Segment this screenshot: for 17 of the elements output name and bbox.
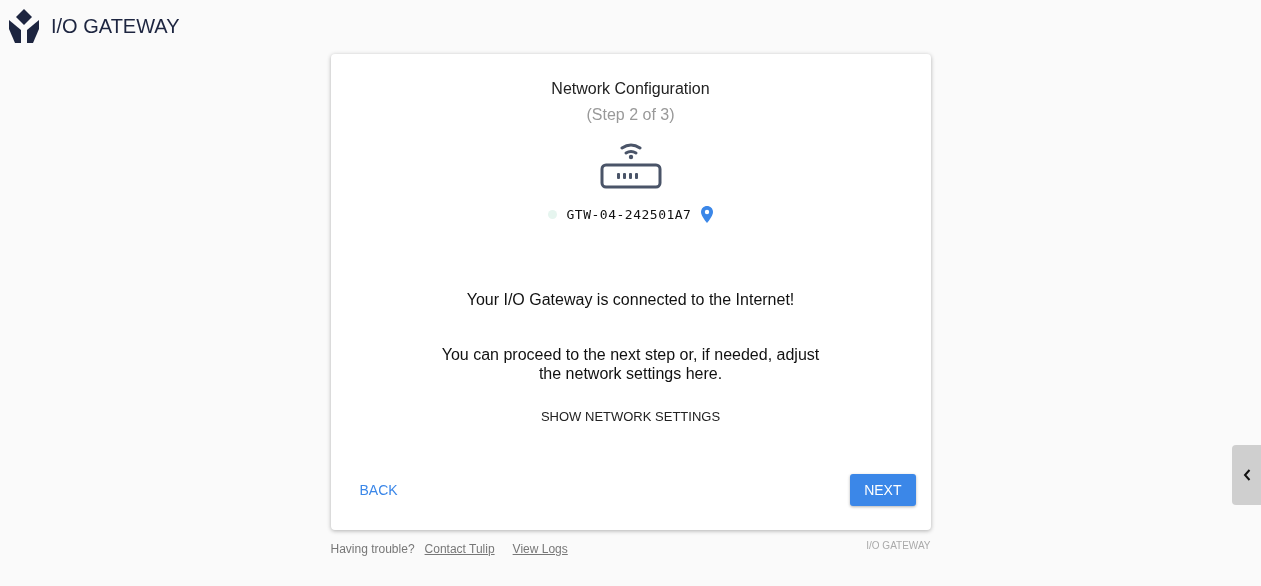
card-title: Network Configuration <box>551 80 710 98</box>
footer-link[interactable]: Contact Tulip <box>424 542 495 556</box>
chevron-left-icon <box>1242 469 1251 481</box>
back-button[interactable]: BACK <box>345 474 412 506</box>
device-name: GTW-04-242501A7 <box>566 207 692 222</box>
status-message: Your I/O Gateway is connected to the Internet! <box>466 291 795 309</box>
location-pin-icon[interactable] <box>701 206 714 223</box>
logo-icon <box>9 9 39 43</box>
step-indicator: (Step 2 of 3) <box>586 106 675 124</box>
side-panel-toggle[interactable] <box>1232 445 1261 505</box>
app-title: I/O GATEWAY <box>51 14 180 38</box>
help-prompt: Having trouble? <box>330 542 415 556</box>
footer-brand: I/O GATEWAY <box>866 540 931 551</box>
hint-text: You can proceed to the next step or, if needed, adjust the network settings here. <box>440 345 821 383</box>
footer-link[interactable]: View Logs <box>512 542 568 556</box>
next-button[interactable]: NEXT <box>850 474 916 506</box>
show-settings-button[interactable]: SHOW NETWORK SETTINGS <box>532 405 729 428</box>
